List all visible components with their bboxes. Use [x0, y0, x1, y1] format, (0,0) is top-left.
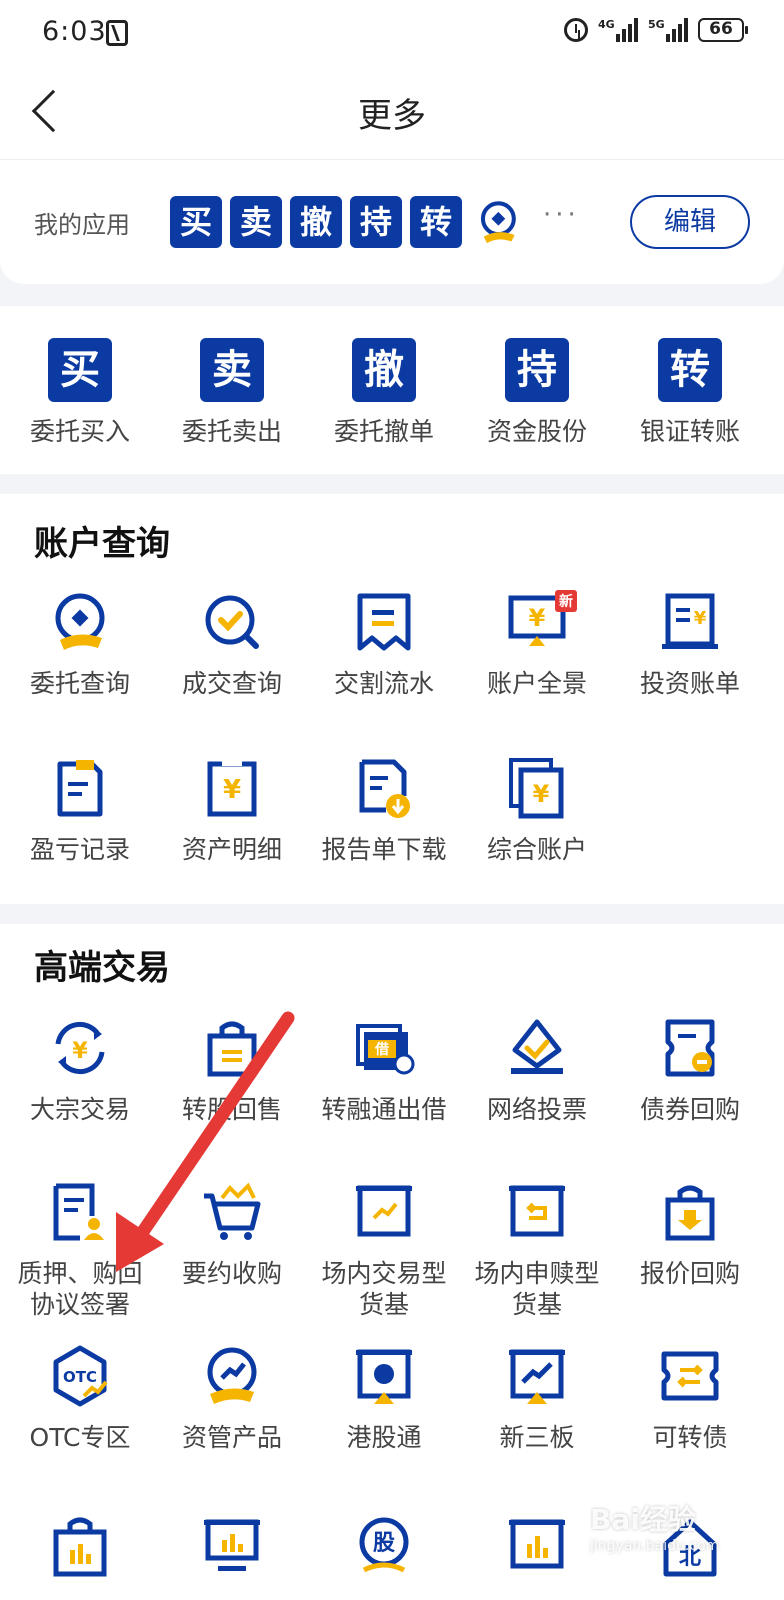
- block-trade-icon: ¥: [55, 1022, 105, 1074]
- grid-item-otc[interactable]: OTC OTC专区: [2, 1344, 158, 1453]
- grid-item-hk-connect[interactable]: 港股通: [306, 1344, 462, 1453]
- shopping-bag-chart-icon: [53, 1517, 107, 1577]
- nfc-icon: [106, 20, 128, 46]
- header: 更多: [0, 66, 784, 160]
- grid-item-asset-detail[interactable]: ¥ 资产明细: [154, 756, 310, 865]
- watermark: Bai经验 jingyan.baidu.com: [590, 1503, 720, 1554]
- grid-item-neeq[interactable]: 新三板: [459, 1344, 615, 1453]
- grid-item-stock-coin[interactable]: 股: [306, 1514, 462, 1578]
- entrust-query-icon: [55, 593, 105, 650]
- grid-item-entrust-query[interactable]: 委托查询: [2, 590, 158, 699]
- grid-item-asset-mgmt[interactable]: 资管产品: [154, 1344, 310, 1453]
- status-bar: 6:03 4G 5G 66: [0, 0, 784, 66]
- transfer-icon: 转: [658, 338, 722, 402]
- quick-sell[interactable]: 卖 委托卖出: [154, 338, 310, 447]
- settlement-icon: [357, 593, 411, 651]
- battery-icon: 66: [698, 18, 748, 42]
- quick-cancel[interactable]: 撤 委托撤单: [306, 338, 462, 447]
- svg-text:借: 借: [374, 1041, 389, 1058]
- svg-text:¥: ¥: [529, 604, 546, 632]
- signal-5g-icon: 5G: [648, 18, 688, 42]
- entrust-query-icon[interactable]: [474, 196, 526, 248]
- tender-offer-icon: [204, 1182, 261, 1240]
- quick-transfer[interactable]: 转 银证转账: [612, 338, 768, 447]
- svg-text:¥: ¥: [223, 775, 241, 805]
- signal-4g-icon: 4G: [598, 18, 638, 42]
- quick-actions-section: 买 委托买入 卖 委托卖出 撤 委托撤单 持 资金股份 转 银证转账: [0, 306, 784, 474]
- pnl-record-icon: [57, 760, 103, 817]
- account-query-section: 账户查询 委托查询 成交查询 交割流水 ¥ 新 账户全景 ¥ 投资账单 盈亏记录…: [0, 494, 784, 904]
- combined-account-icon: ¥: [509, 758, 564, 819]
- more-dots: ···: [543, 200, 580, 230]
- trade-query-icon: [205, 595, 259, 649]
- svg-text:¥: ¥: [694, 608, 707, 629]
- report-download-icon: [359, 759, 410, 818]
- bond-repo-icon: [665, 1019, 715, 1077]
- board-chart-icon: [509, 1519, 565, 1569]
- grid-item-quote-repo[interactable]: 报价回购: [612, 1180, 768, 1289]
- grid-item-settlement[interactable]: 交割流水: [306, 590, 462, 699]
- grid-item-exchange-fund[interactable]: 场内交易型 货基: [306, 1180, 462, 1320]
- svg-text:OTC: OTC: [63, 1368, 97, 1386]
- new-badge: 新: [555, 590, 577, 612]
- grid-item-convertible-bond[interactable]: 可转债: [612, 1344, 768, 1453]
- my-apps-bar: 我的应用 买 卖 撤 持 转 ··· 编辑: [0, 160, 784, 284]
- holdings-icon: 持: [505, 338, 569, 402]
- redeem-fund-icon: [509, 1185, 565, 1237]
- my-app-holdings[interactable]: 持: [350, 196, 402, 248]
- convertible-bond-icon: [661, 1351, 719, 1401]
- grid-item-online-vote[interactable]: 网络投票: [459, 1016, 615, 1125]
- grid-item-trade-query[interactable]: 成交查询: [154, 590, 310, 699]
- grid-item-shopping-bag[interactable]: [2, 1514, 158, 1578]
- grid-item-pledge-agreement[interactable]: 质押、购回 协议签署: [2, 1180, 158, 1320]
- stock-coin-icon: 股: [359, 1517, 409, 1573]
- svg-text:¥: ¥: [72, 1039, 88, 1064]
- asset-detail-icon: ¥: [207, 760, 257, 817]
- grid-item-redeem-fund[interactable]: 场内申赎型 货基: [459, 1180, 615, 1320]
- asset-mgmt-icon: [207, 1347, 257, 1404]
- quote-repo-icon: [665, 1185, 715, 1241]
- buy-icon: 买: [48, 338, 112, 402]
- grid-item-monitor-chart[interactable]: [154, 1514, 310, 1578]
- grid-item-block-trade[interactable]: ¥ 大宗交易: [2, 1016, 158, 1125]
- hk-connect-icon: [356, 1349, 412, 1404]
- svg-text:股: 股: [373, 1531, 395, 1556]
- convert-putback-icon: [207, 1021, 257, 1077]
- my-apps-label: 我的应用: [34, 211, 130, 239]
- status-icons: 4G 5G 66: [564, 18, 748, 42]
- refinance-lend-icon: 借: [356, 1024, 415, 1075]
- pledge-agreement-icon: [53, 1183, 104, 1241]
- status-time: 6:03: [42, 16, 107, 47]
- online-vote-icon: [511, 1019, 563, 1074]
- my-app-cancel[interactable]: 撤: [290, 196, 342, 248]
- grid-item-convert-putback[interactable]: 转股回售: [154, 1016, 310, 1125]
- grid-item-tender-offer[interactable]: 要约收购: [154, 1180, 310, 1289]
- page-title: 更多: [358, 96, 426, 136]
- svg-text:¥: ¥: [533, 780, 550, 808]
- section-title-account-query: 账户查询: [34, 524, 170, 564]
- cancel-icon: 撤: [352, 338, 416, 402]
- sell-icon: 卖: [200, 338, 264, 402]
- monitor-chart-icon: [204, 1519, 260, 1571]
- exchange-fund-icon: [356, 1185, 412, 1237]
- grid-item-pnl-record[interactable]: 盈亏记录: [2, 756, 158, 865]
- alarm-icon: [564, 18, 588, 42]
- quick-holdings[interactable]: 持 资金股份: [459, 338, 615, 447]
- grid-item-refinance-lend[interactable]: 借 转融通出借: [306, 1016, 462, 1125]
- grid-item-account-overview[interactable]: ¥ 新 账户全景: [459, 590, 615, 699]
- grid-item-report-download[interactable]: 报告单下载: [306, 756, 462, 865]
- otc-icon: OTC: [53, 1345, 108, 1407]
- invest-bill-icon: ¥: [662, 593, 718, 649]
- grid-item-combined-account[interactable]: ¥ 综合账户: [459, 756, 615, 865]
- my-app-buy[interactable]: 买: [170, 196, 222, 248]
- neeq-icon: [509, 1349, 565, 1404]
- my-app-transfer[interactable]: 转: [410, 196, 462, 248]
- section-title-advanced-trading: 高端交易: [34, 948, 170, 988]
- edit-button[interactable]: 编辑: [630, 195, 750, 249]
- quick-buy[interactable]: 买 委托买入: [2, 338, 158, 447]
- grid-item-bond-repo[interactable]: 债券回购: [612, 1016, 768, 1125]
- my-app-sell[interactable]: 卖: [230, 196, 282, 248]
- grid-item-invest-bill[interactable]: ¥ 投资账单: [612, 590, 768, 699]
